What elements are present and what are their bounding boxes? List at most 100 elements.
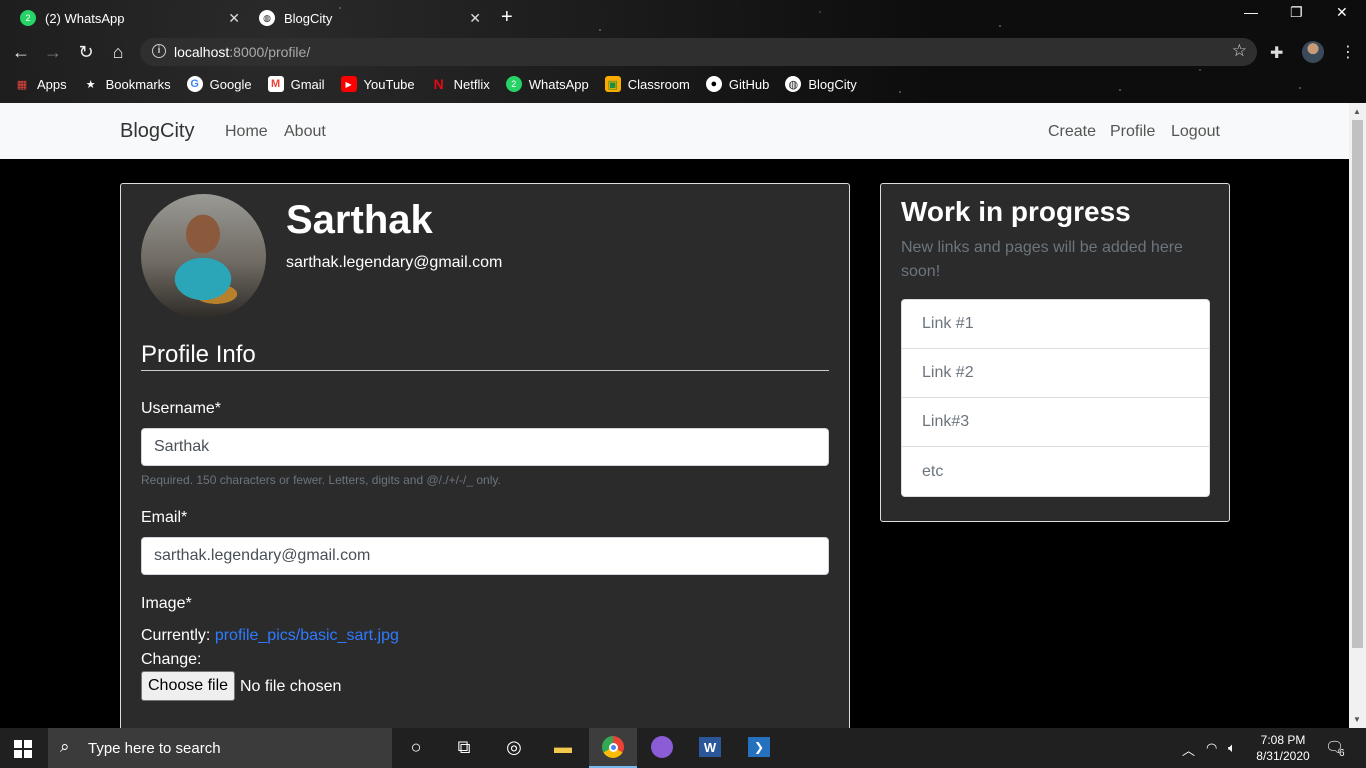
no-file-text: No file chosen [240, 678, 342, 695]
globe-icon: ◍ [785, 76, 802, 92]
taskbar-search-box[interactable]: ⌕ Type here to search [48, 728, 392, 768]
taskbar-clock[interactable]: 7:08 PM 8/31/2020 [1255, 732, 1311, 764]
windows-start-icon[interactable] [14, 740, 32, 758]
windows-taskbar: ⌕ Type here to search ○ ⧉ ◎ ▬ W ❯ ︿ ◠ 🔈︎… [0, 728, 1366, 768]
bookmark-star-icon[interactable]: ☆ [1232, 41, 1247, 61]
back-icon[interactable]: ← [10, 42, 32, 63]
sidebar-link-list: Link #1 Link #2 Link#3 etc [901, 299, 1210, 497]
extensions-icon[interactable]: ✚ [1270, 43, 1283, 63]
nav-create-link[interactable]: Create [1048, 123, 1096, 141]
apps-grid-icon: ▦ [16, 78, 28, 91]
url-text[interactable]: localhost:8000/profile/ [174, 44, 310, 60]
globe-icon: ◍ [259, 10, 275, 26]
google-icon: G [186, 76, 203, 92]
close-icon[interactable]: ✕ [469, 10, 481, 27]
profile-picture [141, 194, 266, 319]
bookmark-gmail[interactable]: M Gmail [267, 76, 325, 92]
netflix-icon: N [433, 76, 444, 92]
close-window-button[interactable]: ✕ [1336, 4, 1348, 21]
forward-icon[interactable]: → [42, 42, 64, 63]
tab-whatsapp[interactable]: 2 (2) WhatsApp ✕ [20, 4, 240, 32]
currently-row: Currently: profile_pics/basic_sart.jpg [141, 627, 399, 644]
tray-chevron-icon[interactable]: ︿ [1182, 740, 1195, 759]
sidebar-link[interactable]: Link #2 [902, 349, 1209, 398]
bookmark-netflix[interactable]: N Netflix [431, 76, 490, 92]
task-view-icon[interactable]: ⧉ [451, 734, 477, 760]
email-label: Email* [141, 509, 188, 526]
wifi-icon[interactable]: ◠ [1206, 740, 1217, 756]
reload-icon[interactable]: ↻ [75, 42, 97, 63]
sidebar-link[interactable]: Link #1 [902, 300, 1209, 349]
home-icon[interactable]: ⌂ [107, 42, 129, 63]
choose-file-button[interactable]: Choose file [141, 671, 236, 701]
browser-chrome: 2 (2) WhatsApp ✕ ◍ BlogCity ✕ + — ❐ ✕ ← … [0, 0, 1366, 103]
toolbar: ← → ↻ ⌂ i localhost:8000/profile/ ☆ ✚ ⋮ [0, 38, 1366, 68]
volume-icon[interactable]: 🔈︎ [1228, 740, 1236, 756]
address-bar[interactable]: i localhost:8000/profile/ ☆ [140, 38, 1257, 66]
image-label: Image* [141, 595, 192, 612]
scroll-up-icon[interactable]: ▲ [1353, 107, 1361, 116]
word-icon[interactable]: W [697, 734, 723, 760]
profile-username-heading: Sarthak [286, 198, 433, 242]
tab-title: BlogCity [284, 10, 333, 26]
scrollbar-thumb[interactable] [1352, 120, 1363, 648]
whatsapp-icon: 2 [505, 76, 522, 92]
bookmark-classroom[interactable]: ▣ Classroom [604, 76, 690, 92]
current-image-link[interactable]: profile_pics/basic_sart.jpg [215, 627, 399, 644]
search-icon: ⌕ [60, 737, 70, 756]
profile-email-text: sarthak.legendary@gmail.com [286, 254, 503, 271]
maximize-button[interactable]: ❐ [1290, 4, 1303, 21]
bookmark-apps[interactable]: ▦ Apps [14, 76, 67, 92]
username-help-text: Required. 150 characters or fewer. Lette… [141, 473, 501, 487]
chrome-icon[interactable] [600, 734, 626, 760]
star-icon: ★ [85, 78, 96, 91]
menu-icon[interactable]: ⋮ [1340, 42, 1356, 62]
tab-blogcity[interactable]: ◍ BlogCity ✕ [259, 4, 481, 32]
profile-avatar-icon[interactable] [1302, 41, 1324, 63]
gmail-icon: M [267, 76, 284, 92]
nav-about-link[interactable]: About [284, 123, 326, 141]
email-input[interactable] [141, 537, 829, 575]
classroom-icon: ▣ [604, 76, 621, 92]
section-title: Profile Info [141, 341, 256, 368]
sidebar-card: Work in progress New links and pages wil… [880, 183, 1230, 522]
info-icon[interactable]: i [152, 44, 166, 58]
site-brand[interactable]: BlogCity [120, 120, 194, 143]
bookmark-bookmarks[interactable]: ★ Bookmarks [83, 76, 171, 92]
username-label: Username* [141, 400, 222, 417]
section-divider [141, 370, 829, 371]
nav-home-link[interactable]: Home [225, 123, 268, 141]
taskbar-search-placeholder: Type here to search [88, 740, 221, 757]
bookmark-blogcity[interactable]: ◍ BlogCity [785, 76, 857, 92]
youtube-icon: ▶ [340, 76, 357, 92]
minimize-button[interactable]: — [1244, 4, 1258, 20]
new-tab-button[interactable]: + [501, 6, 513, 29]
file-explorer-icon[interactable]: ▬ [550, 734, 576, 760]
bookmarks-bar: ▦ Apps ★ Bookmarks G Google M Gmail ▶ Yo… [14, 74, 873, 94]
app-circle-icon[interactable]: ◎ [501, 734, 527, 760]
bookmark-github[interactable]: ● GitHub [705, 76, 769, 92]
bookmark-youtube[interactable]: ▶ YouTube [340, 76, 415, 92]
cortana-icon[interactable]: ○ [403, 734, 429, 760]
bookmark-whatsapp[interactable]: 2 WhatsApp [505, 76, 589, 92]
username-input[interactable] [141, 428, 829, 466]
sidebar-link[interactable]: etc [902, 447, 1209, 496]
sidebar-subtitle: New links and pages will be added here s… [901, 239, 1183, 280]
sidebar-link[interactable]: Link#3 [902, 398, 1209, 447]
nav-logout-link[interactable]: Logout [1171, 123, 1220, 141]
change-label: Change: [141, 651, 202, 668]
powershell-icon[interactable]: ❯ [746, 734, 772, 760]
close-icon[interactable]: ✕ [228, 10, 240, 27]
bookmark-google[interactable]: G Google [186, 76, 252, 92]
github-icon: ● [705, 76, 722, 92]
whatsapp-icon: 2 [20, 10, 36, 26]
scroll-down-icon[interactable]: ▼ [1353, 715, 1361, 724]
sidebar-title: Work in progress [901, 196, 1131, 227]
nav-profile-link[interactable]: Profile [1110, 123, 1155, 141]
site-navbar: BlogCity Home About Create Profile Logou… [0, 103, 1349, 159]
page-viewport: BlogCity Home About Create Profile Logou… [0, 103, 1349, 728]
github-desktop-icon[interactable] [649, 734, 675, 760]
notification-count: 6 [1339, 748, 1345, 759]
page-scrollbar[interactable]: ▲ ▼ [1349, 103, 1366, 728]
profile-card: Sarthak sarthak.legendary@gmail.com Prof… [120, 183, 850, 728]
